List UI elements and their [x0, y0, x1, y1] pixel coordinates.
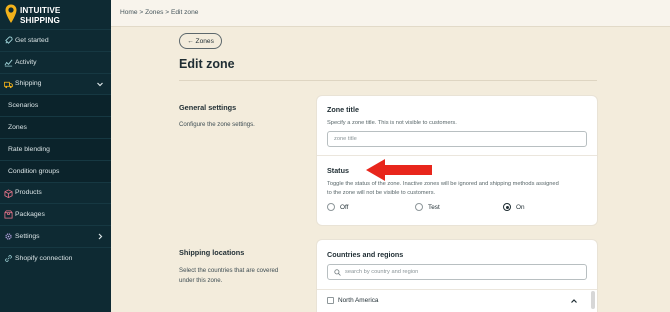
page-title: Edit zone: [179, 57, 235, 71]
countries-card: Countries and regions search by country …: [317, 240, 597, 312]
radio-circle-selected: [503, 203, 511, 211]
chevron-up-icon[interactable]: [570, 297, 578, 305]
sidebar-item-condition-groups[interactable]: Condition groups: [0, 159, 111, 182]
card-divider: [317, 155, 597, 156]
radio-label-test: Test: [428, 203, 440, 211]
radio-label-off: Off: [340, 203, 349, 211]
header-divider: [179, 80, 597, 81]
link-icon: [5, 255, 12, 262]
region-label-north-america: North America: [338, 297, 379, 304]
sidebar-item-label: Get started: [15, 36, 49, 44]
sidebar-item-label: Products: [15, 189, 42, 197]
chevron-down-icon: [97, 82, 103, 86]
sidebar-item-label: Scenarios: [8, 102, 39, 110]
zone-title-help: Specify a zone title. This is not visibl…: [327, 120, 457, 126]
sidebar-item-get-started[interactable]: Get started: [0, 29, 111, 51]
sidebar-item-label: Settings: [15, 233, 40, 241]
shipping-locations-desc-line-1: Select the countries that are covered: [179, 267, 279, 274]
zone-title-heading: Zone title: [327, 105, 359, 114]
sidebar-item-label: Rate blending: [8, 145, 50, 153]
back-to-zones-button[interactable]: ← Zones: [179, 33, 222, 49]
box-icon: [4, 189, 13, 198]
status-radio-test[interactable]: Test: [415, 203, 440, 211]
sidebar-item-label: Shopify connection: [15, 254, 73, 262]
sidebar-item-zones[interactable]: Zones: [0, 116, 111, 138]
sidebar-item-settings[interactable]: Settings: [0, 225, 111, 247]
sidebar-item-products[interactable]: Products: [0, 181, 111, 204]
radio-circle: [327, 203, 335, 211]
country-search-input[interactable]: search by country and region: [327, 264, 587, 280]
region-checkbox-north-america[interactable]: [327, 297, 334, 304]
annotation-arrow-icon: [366, 159, 432, 181]
sidebar-item-label: Packages: [15, 211, 45, 219]
general-settings-card: Zone title Specify a zone title. This is…: [317, 96, 597, 225]
status-help-line-1: Toggle the status of the zone. Inactive …: [327, 181, 559, 187]
package-icon: [4, 210, 13, 219]
shipping-locations-desc: Select the countries that are covered un…: [179, 266, 278, 285]
sidebar-item-label: Activity: [15, 58, 37, 66]
sidebar-item-label: Shipping: [15, 80, 42, 88]
sidebar-item-label: Condition groups: [8, 167, 60, 175]
rocket-icon: [5, 36, 13, 44]
status-heading: Status: [327, 166, 349, 175]
shipping-locations-title: Shipping locations: [179, 248, 245, 257]
sidebar-item-scenarios[interactable]: Scenarios: [0, 94, 111, 117]
activity-icon: [4, 59, 13, 67]
truck-icon: [4, 81, 13, 88]
status-help-line-2: to the zone will not be visible to custo…: [327, 189, 436, 196]
logo-wordmark: INTUITIVE SHIPPING: [20, 6, 60, 25]
general-settings-title: General settings: [179, 103, 237, 112]
sidebar-item-activity[interactable]: Activity: [0, 50, 111, 73]
gear-icon: [5, 233, 12, 240]
status-radio-on[interactable]: On: [503, 203, 525, 211]
general-settings-desc: Configure the zone settings.: [179, 121, 255, 128]
sidebar-item-shipping[interactable]: Shipping: [0, 72, 111, 95]
radio-label-on: On: [516, 203, 525, 211]
radio-circle: [415, 203, 423, 211]
card-divider: [317, 289, 597, 290]
status-radio-off[interactable]: Off: [327, 203, 348, 211]
zone-title-placeholder: zone title: [334, 136, 357, 142]
shipping-locations-desc-line-2: under this zone.: [179, 276, 223, 284]
sidebar-item-rate-blending[interactable]: Rate blending: [0, 137, 111, 160]
app-logo[interactable]: INTUITIVE SHIPPING: [3, 3, 108, 29]
sidebar: INTUITIVE SHIPPING Get started Activity …: [0, 0, 111, 312]
country-search-placeholder: search by country and region: [345, 269, 419, 275]
status-help: Toggle the status of the zone. Inactive …: [327, 180, 593, 197]
breadcrumb[interactable]: Home > Zones > Edit zone: [120, 9, 198, 16]
logo-line-1: INTUITIVE: [20, 6, 61, 15]
sidebar-item-packages[interactable]: Packages: [0, 203, 111, 225]
sidebar-item-shopify-connection[interactable]: Shopify connection: [0, 246, 111, 269]
region-list-scrollbar[interactable]: [591, 291, 595, 309]
sidebar-item-label: Zones: [8, 124, 27, 132]
logo-line-2: SHIPPING: [20, 15, 60, 25]
top-bar: Home > Zones > Edit zone: [111, 0, 670, 27]
zone-title-input[interactable]: zone title: [327, 131, 587, 147]
chevron-right-icon: [98, 233, 103, 240]
location-pin-icon: [5, 4, 17, 23]
countries-heading: Countries and regions: [327, 250, 404, 259]
search-icon: [334, 268, 341, 276]
sidebar-nav: Get started Activity Shipping Scenarios …: [0, 29, 111, 269]
